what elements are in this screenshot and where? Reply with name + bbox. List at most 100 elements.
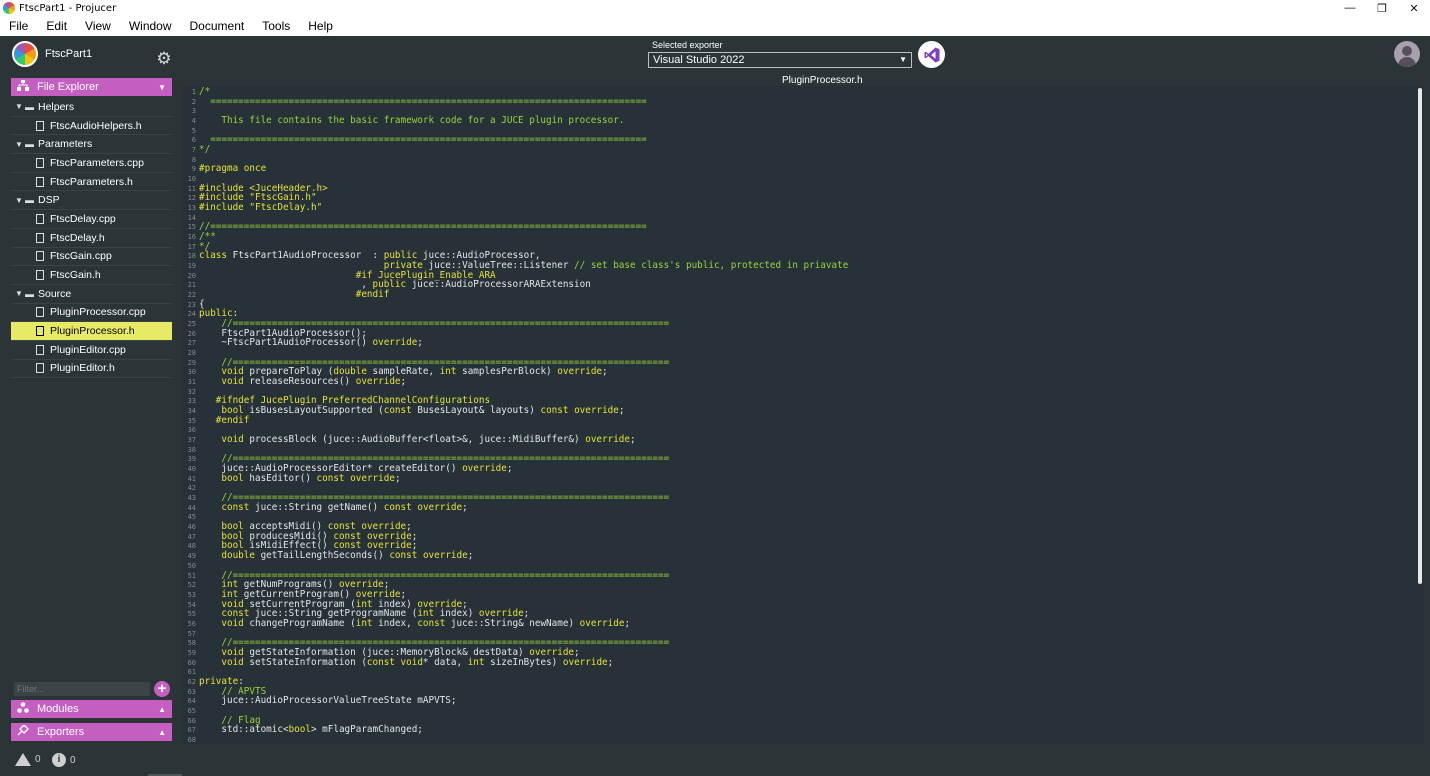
chevron-down-icon[interactable]: ▼ [15,102,25,111]
code-text: #pragma once [199,163,267,175]
tree-file[interactable]: FtscGain.cpp [11,247,172,267]
chevron-down-icon[interactable]: ▼ [15,196,25,205]
code-text: double getTailLengthSeconds() const over… [221,550,474,562]
project-settings-gear-icon[interactable]: ⚙ [155,50,173,68]
tree-group[interactable]: ▼ ▬ Helpers [11,98,172,117]
code-text: ========================================… [199,95,647,107]
line-number: 68 [187,735,196,744]
maximize-button[interactable]: ❐ [1366,0,1398,16]
exporter-select-value: Visual Studio 2022 [653,54,745,66]
tree-file[interactable]: PluginProcessor.h [11,322,172,341]
code-line: 65 [182,706,199,716]
menu-document[interactable]: Document [181,19,254,33]
code-text: void changeProgramName (int index, const… [221,617,631,629]
file-tree: ▼ ▬ Helpers FtscAudioHelpers.h ▼ ▬ Parameters F… [11,98,172,379]
visual-studio-icon[interactable] [918,41,945,68]
info-icon: i [52,753,66,767]
tree-file[interactable]: PluginEditor.cpp [11,340,172,360]
file-icon [36,232,44,243]
warnings-count: 0 [35,754,41,765]
menu-file[interactable]: File [0,19,37,33]
file-icon [36,120,44,131]
file-icon [36,251,44,262]
status-bar: 0 i 0 [0,745,1430,776]
tree-group[interactable]: ▼ ▬ DSP [11,191,172,211]
code-text: bool isBusesLayoutSupported (const Buses… [221,405,625,417]
tree-file[interactable]: FtscParameters.cpp [11,154,172,173]
code-editor[interactable]: 1/* 2 ===================================… [182,86,1424,744]
exporters-header[interactable]: Exporters ▲ [11,723,172,741]
warnings-indicator[interactable]: 0 [15,753,41,766]
exporter-select[interactable]: Visual Studio 2022 ▼ [648,52,912,68]
tree-group[interactable]: ▼ ▬ Source [11,284,172,304]
code-text: This file contains the basic framework c… [199,115,625,126]
modules-icon [16,702,30,716]
modules-header[interactable]: Modules ▲ [11,700,172,718]
add-file-button[interactable]: + [154,681,170,697]
info-indicator[interactable]: i 0 [52,753,76,767]
minimize-button[interactable]: — [1334,0,1366,16]
sidebar: File Explorer ▼ ▼ ▬ Helpers FtscAudioHelper… [11,78,172,742]
code-line: 37 void processBlock (juce::AudioBuffer<… [182,435,636,445]
code-line: 15//====================================… [182,222,647,232]
code-text: ~FtscPart1AudioProcessor() override; [199,337,423,349]
tree-file[interactable]: FtscDelay.cpp [11,210,172,229]
tree-file[interactable]: FtscDelay.h [11,228,172,248]
chevron-down-icon[interactable]: ▼ [15,289,25,298]
modules-label: Modules [37,703,79,715]
file-explorer-header[interactable]: File Explorer ▼ [11,78,172,96]
tree-file[interactable]: FtscGain.h [11,266,172,285]
code-line: 60 void setStateInformation (const void*… [182,657,614,668]
tree-item-label: Parameters [38,138,93,151]
code-text: bool hasEditor() const override; [221,472,401,484]
code-line: 5 [182,126,199,136]
tree-file[interactable]: FtscParameters.h [11,172,172,192]
code-line: 28 [182,348,199,358]
chevron-down-icon[interactable]: ▼ [15,140,25,149]
menu-view[interactable]: View [76,19,120,33]
tree-item-label: PluginEditor.cpp [50,343,126,356]
selected-exporter-label: Selected exporter [652,40,723,50]
filter-input[interactable] [14,682,150,696]
menu-help[interactable]: Help [299,19,342,33]
code-line: 50 [182,561,199,571]
code-text: //======================================… [199,221,647,233]
chevron-down-icon: ▼ [158,82,166,92]
code-line: 27 ~FtscPart1AudioProcessor() override; [182,338,423,348]
tree-group[interactable]: ▼ ▬ Parameters [11,135,172,155]
chevron-up-icon: ▲ [158,704,166,714]
info-count: 0 [70,754,76,766]
project-header: FtscPart1 ⚙ [0,36,182,76]
close-button[interactable]: ✕ [1398,0,1430,16]
user-avatar-icon[interactable] [1394,41,1420,67]
menu-window[interactable]: Window [120,19,181,33]
code-text: */ [199,144,211,156]
code-text: std::atomic<bool> mFlagParamChanged; [199,724,423,736]
editor-scrollbar[interactable] [1418,88,1422,584]
tree-item-label: FtscDelay.cpp [50,212,116,225]
tree-file[interactable]: PluginProcessor.cpp [11,303,172,323]
tree-item-label: FtscGain.cpp [50,250,112,263]
tree-file[interactable]: PluginEditor.h [11,359,172,379]
code-line: 10 [182,174,199,184]
code-line: 22 #endif [182,290,390,300]
tree-item-label: PluginEditor.h [50,362,115,375]
file-icon [36,326,44,337]
code-line: 36 [182,425,199,435]
menu-edit[interactable]: Edit [37,19,76,33]
tree-item-label: FtscGain.h [50,269,101,282]
code-line: 42 [182,483,199,493]
menu-tools[interactable]: Tools [253,19,299,33]
chevron-down-icon: ▼ [899,55,907,64]
code-line: 64 juce::AudioProcessorValueTreeState mA… [182,696,457,706]
tree-item-label: Helpers [38,100,75,113]
code-text: const juce::String getName() const overr… [221,501,468,513]
tree-item-label: Source [38,287,72,300]
folder-icon: ▬ [25,195,34,206]
file-icon [36,176,44,187]
tree-item-label: FtscParameters.cpp [50,156,144,169]
tree-file[interactable]: FtscAudioHelpers.h [11,116,172,136]
tree-item-label: PluginProcessor.h [50,325,135,338]
file-icon [36,344,44,355]
code-line: 41 bool hasEditor() const override; [182,472,401,484]
